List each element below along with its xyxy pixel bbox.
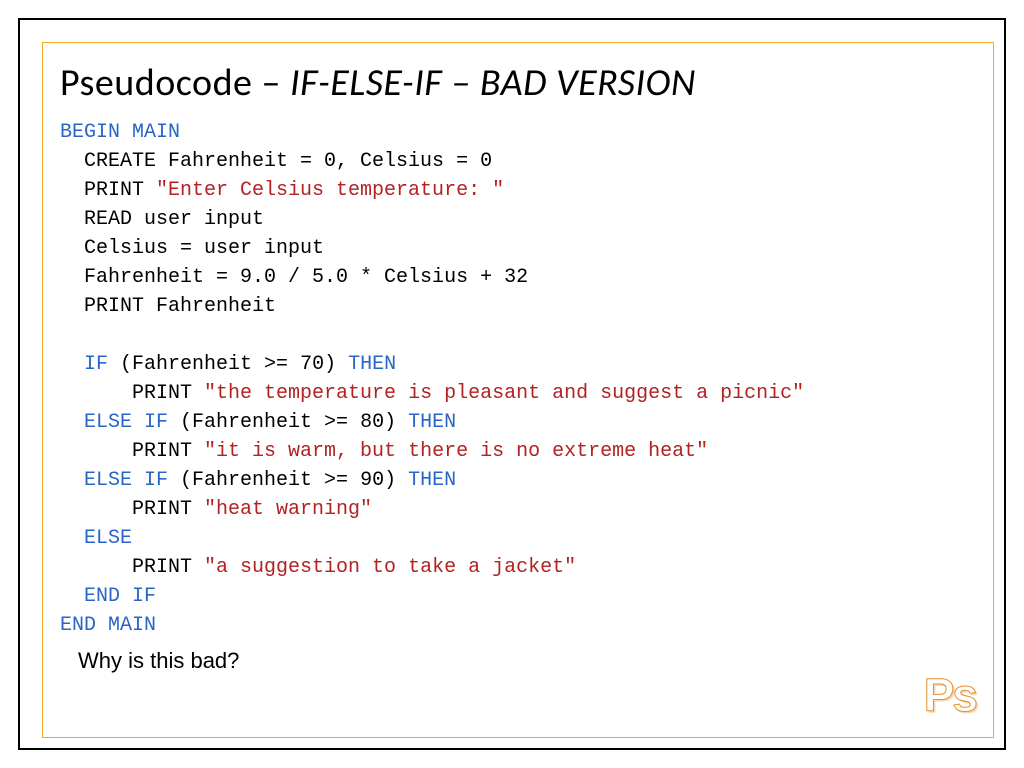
ps-logo: Ps	[924, 668, 976, 722]
code-indent: PRINT	[60, 382, 204, 405]
code-indent	[60, 411, 84, 434]
kw-end-main: END MAIN	[60, 614, 156, 637]
question-text: Why is this bad?	[78, 648, 964, 674]
string-literal: "Enter Celsius temperature: "	[156, 179, 504, 202]
string-literal: "heat warning"	[204, 498, 372, 521]
code-indent	[60, 527, 84, 550]
code-cond: (Fahrenheit >= 70)	[108, 353, 348, 376]
code-line: READ user input	[60, 208, 264, 231]
kw-if: IF	[84, 353, 108, 376]
string-literal: "a suggestion to take a jacket"	[204, 556, 576, 579]
string-literal: "the temperature is pleasant and suggest…	[204, 382, 804, 405]
code-indent	[60, 585, 84, 608]
kw-else: ELSE	[84, 527, 132, 550]
code-indent: PRINT	[60, 556, 204, 579]
kw-then: THEN	[408, 411, 456, 434]
kw-begin-main: BEGIN MAIN	[60, 121, 180, 144]
kw-elseif: ELSE IF	[84, 469, 168, 492]
code-line: Fahrenheit = 9.0 / 5.0 * Celsius + 32	[60, 266, 528, 289]
code-line: CREATE Fahrenheit = 0, Celsius = 0	[60, 150, 492, 173]
code-indent: PRINT	[60, 498, 204, 521]
title-prefix: Pseudocode –	[60, 60, 290, 106]
code-line: PRINT	[60, 179, 156, 202]
code-indent: PRINT	[60, 440, 204, 463]
code-line: PRINT Fahrenheit	[60, 295, 276, 318]
code-line: Celsius = user input	[60, 237, 324, 260]
code-indent	[60, 353, 84, 376]
string-literal: "it is warm, but there is no extreme hea…	[204, 440, 708, 463]
kw-then: THEN	[408, 469, 456, 492]
pseudocode-block: BEGIN MAIN CREATE Fahrenheit = 0, Celsiu…	[60, 118, 964, 640]
code-indent	[60, 469, 84, 492]
code-cond: (Fahrenheit >= 90)	[168, 469, 408, 492]
kw-then: THEN	[348, 353, 396, 376]
kw-elseif: ELSE IF	[84, 411, 168, 434]
title-italic: IF-ELSE-IF – BAD VERSION	[290, 60, 696, 106]
code-cond: (Fahrenheit >= 80)	[168, 411, 408, 434]
slide-title: Pseudocode – IF-ELSE-IF – BAD VERSION	[60, 60, 964, 106]
slide-content: Pseudocode – IF-ELSE-IF – BAD VERSION BE…	[60, 60, 964, 718]
kw-endif: END IF	[84, 585, 156, 608]
